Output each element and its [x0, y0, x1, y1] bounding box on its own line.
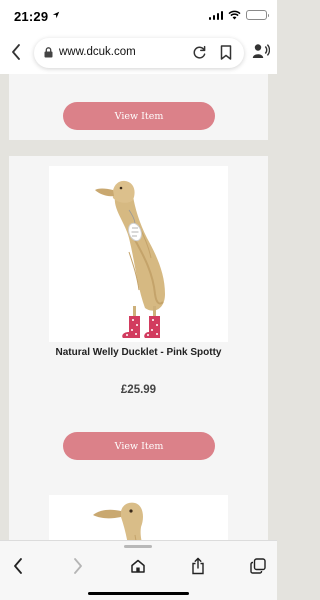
product-name[interactable]: Natural Welly Ducklet - Pink Spotty [9, 347, 268, 358]
product-price: £25.99 [120, 384, 157, 396]
signal-icon [208, 10, 223, 20]
reload-icon[interactable] [192, 45, 207, 60]
location-arrow-icon [52, 11, 60, 19]
home-indicator [88, 592, 189, 595]
product-card: Natural Welly Ducklet - Pink Spotty £25.… [9, 156, 268, 540]
bookmark-icon[interactable] [220, 45, 232, 60]
share-icon[interactable] [188, 556, 208, 576]
status-indicators [208, 10, 269, 20]
lock-icon [44, 47, 53, 58]
url-text: www.dcuk.com [59, 46, 136, 58]
browser-bar: www.dcuk.com [0, 32, 277, 74]
status-bar: 21:29 [0, 0, 277, 32]
status-time: 21:29 [14, 9, 49, 24]
product-card: View Item [9, 74, 268, 140]
product-image[interactable] [49, 166, 228, 342]
address-bar[interactable]: www.dcuk.com [34, 38, 244, 68]
tabs-icon[interactable] [248, 556, 268, 576]
view-item-button[interactable]: View Item [63, 102, 215, 130]
wifi-icon [228, 10, 241, 20]
reader-icon[interactable] [252, 43, 270, 59]
forward-icon[interactable] [68, 556, 88, 576]
page-content[interactable]: View Item Natural Welly Ducklet - Pink S… [0, 74, 277, 540]
product-image[interactable] [49, 495, 228, 540]
toolbar-grabber[interactable] [124, 545, 152, 548]
battery-icon [246, 10, 269, 20]
product-card [9, 487, 268, 540]
view-item-button[interactable]: View Item [63, 432, 215, 460]
duck-figure [95, 180, 165, 338]
duck-head-figure [93, 502, 143, 540]
home-icon[interactable] [128, 556, 148, 576]
back-icon[interactable] [8, 556, 28, 576]
back-chevron-icon[interactable] [7, 42, 25, 62]
browser-toolbar [0, 540, 277, 600]
